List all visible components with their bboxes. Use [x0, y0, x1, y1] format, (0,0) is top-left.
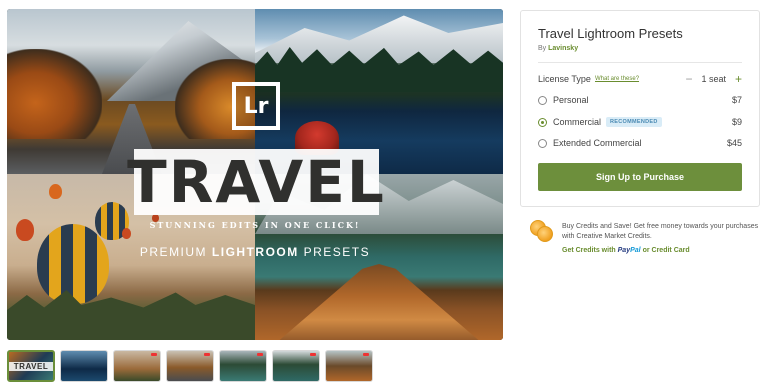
license-option-commercial[interactable]: Commercial RECOMMENDED $9 [538, 117, 742, 131]
thumbnail-6[interactable] [272, 350, 320, 382]
balloon-small [49, 184, 62, 199]
divider [538, 62, 742, 63]
thumbnail-7[interactable] [325, 350, 373, 382]
hero-subtitle-suffix: PRESETS [303, 245, 371, 259]
coins-icon [530, 220, 554, 242]
rock-formations [7, 290, 255, 340]
seat-decrement-button[interactable]: − [685, 73, 692, 85]
sign-up-to-purchase-button[interactable]: Sign Up to Purchase [538, 163, 742, 191]
seat-stepper: − 1 seat + [685, 73, 742, 85]
hero-subtitle-bold: LIGHTROOM [211, 245, 299, 259]
license-option-label: Personal [553, 95, 589, 105]
license-option-extended-commercial[interactable]: Extended Commercial $45 [538, 138, 742, 152]
thumbnail-3[interactable] [113, 350, 161, 382]
get-credits-link[interactable]: Get Credits with PayPal or Credit Card [562, 247, 690, 254]
license-option-personal[interactable]: Personal $7 [538, 95, 742, 109]
coin-shape [537, 226, 553, 242]
autumn-trees-left [7, 49, 102, 139]
thumbnail-marker [363, 353, 369, 356]
product-byline: By Lavinsky [538, 45, 578, 52]
license-help-link[interactable]: What are these? [595, 76, 639, 82]
seat-increment-button[interactable]: + [735, 73, 742, 85]
thumbnail-1[interactable]: TRAVEL [7, 350, 55, 382]
hero-headline-band: TRAVEL [127, 149, 384, 215]
byline-prefix: By [538, 45, 547, 52]
thumbnail-2[interactable] [60, 350, 108, 382]
thumbnail-strip: TRAVEL [7, 350, 373, 382]
license-option-price: $9 [731, 117, 742, 127]
license-radio[interactable] [538, 139, 547, 148]
hero-tagline: STUNNING EDITS IN ONE CLICK! [149, 220, 361, 230]
recommended-badge: RECOMMENDED [606, 117, 662, 127]
thumbnail-marker [151, 353, 157, 356]
license-type-row: License Type What are these? − 1 seat + [538, 73, 742, 88]
thumbnail-4[interactable] [166, 350, 214, 382]
product-hero-image[interactable]: Lr TRAVEL STUNNING EDITS IN ONE CLICK! P… [7, 9, 503, 340]
product-title: Travel Lightroom Presets [538, 26, 683, 41]
hero-subtitle: PREMIUM LIGHTROOM PRESETS [7, 245, 503, 259]
license-option-label: Extended Commercial [553, 138, 642, 148]
license-option-price: $45 [726, 138, 742, 148]
balloon-large [37, 224, 109, 304]
thumbnail-5[interactable] [219, 350, 267, 382]
paypal-logo-pal: Pal [630, 247, 641, 254]
thumbnail-label: TRAVEL [9, 362, 53, 371]
purchase-card: Travel Lightroom Presets By Lavinsky Lic… [520, 10, 760, 207]
license-type-label: License Type [538, 74, 591, 84]
thumbnail-marker [204, 353, 210, 356]
hero-subtitle-prefix: PREMIUM [139, 245, 208, 259]
author-link[interactable]: Lavinsky [548, 45, 578, 52]
license-option-label: Commercial [553, 117, 602, 127]
credits-link-suffix: or Credit Card [642, 247, 690, 254]
hero-headline: TRAVEL [127, 148, 386, 216]
thumbnail-marker [257, 353, 263, 356]
thumbnail-marker [310, 353, 316, 356]
wooden-boat-shape [275, 264, 483, 340]
lightroom-logo-icon: Lr [232, 82, 280, 130]
license-option-price: $7 [731, 95, 742, 105]
license-radio[interactable] [538, 118, 547, 127]
paypal-logo-pay: Pay [617, 247, 631, 254]
seat-count: 1 seat [701, 74, 726, 84]
credits-link-prefix: Get Credits with [562, 247, 616, 254]
credits-promo-text: Buy Credits and Save! Get free money tow… [562, 223, 759, 240]
license-radio[interactable] [538, 96, 547, 105]
